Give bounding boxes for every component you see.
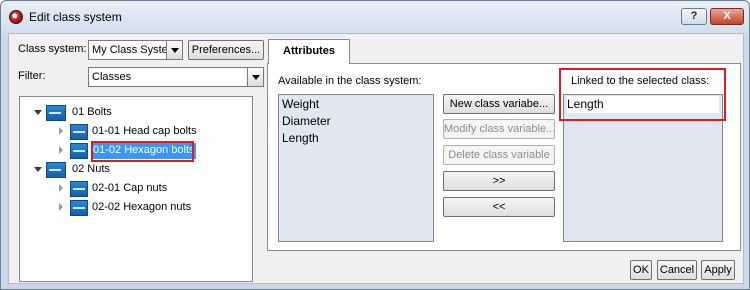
remove-from-linked-button[interactable]: << <box>443 197 555 217</box>
class-icon <box>70 200 88 216</box>
list-item[interactable]: Diameter <box>282 113 430 130</box>
tree-node-label: 02-02 Hexagon nuts <box>92 201 192 213</box>
chevron-down-icon[interactable] <box>247 68 263 86</box>
available-label: Available in the class system: <box>278 75 422 87</box>
available-variables-list[interactable]: Weight Diameter Length <box>278 94 434 242</box>
edit-class-system-dialog: Edit class system ? X Class system: My C… <box>0 0 750 290</box>
expand-arrow-icon[interactable] <box>58 127 65 136</box>
filter-label: Filter: <box>18 70 46 82</box>
class-icon <box>70 143 88 159</box>
class-icon <box>70 181 88 197</box>
expand-arrow-icon[interactable] <box>34 165 42 174</box>
preferences-button[interactable]: Preferences... <box>188 40 264 60</box>
highlight-box-selected-class <box>91 141 194 162</box>
chevron-down-icon[interactable] <box>166 41 182 59</box>
help-button[interactable]: ? <box>681 8 707 25</box>
tree-node-label: 02 Nuts <box>72 163 110 175</box>
tree-node-label: 01 Bolts <box>72 106 112 118</box>
filter-select[interactable]: Classes <box>88 67 264 87</box>
apply-button[interactable]: Apply <box>701 260 735 280</box>
list-item[interactable]: Weight <box>282 96 430 113</box>
class-system-value: My Class System <box>92 44 177 56</box>
class-tree[interactable]: 01 Bolts 01-01 Head cap bolts 01-02 Hexa… <box>19 96 253 282</box>
class-icon <box>70 124 88 140</box>
new-class-variable-button[interactable]: New class variabe... <box>443 94 555 114</box>
title-bar[interactable]: Edit class system ? X <box>1 1 749 33</box>
attributes-tab-panel: Available in the class system: Weight Di… <box>267 63 741 251</box>
cancel-button[interactable]: Cancel <box>657 260 697 280</box>
expand-arrow-icon[interactable] <box>34 108 42 117</box>
close-button[interactable]: X <box>710 8 744 25</box>
add-to-linked-button[interactable]: >> <box>443 171 555 191</box>
tree-node-label: 01-01 Head cap bolts <box>92 125 197 137</box>
delete-class-variable-button[interactable]: Delete class variable <box>443 145 555 165</box>
expand-arrow-icon[interactable] <box>58 203 65 212</box>
expand-arrow-icon[interactable] <box>58 146 65 155</box>
tab-attributes[interactable]: Attributes <box>268 39 350 64</box>
app-icon <box>9 10 23 24</box>
window-title: Edit class system <box>29 10 122 24</box>
list-item[interactable]: Length <box>282 130 430 147</box>
class-folder-icon <box>46 162 66 178</box>
filter-value: Classes <box>92 71 132 83</box>
tree-node-label: 02-01 Cap nuts <box>92 182 168 194</box>
class-folder-icon <box>46 105 66 121</box>
highlight-box-linked <box>559 68 726 121</box>
dialog-client-area: Class system: My Class System Preference… <box>8 33 744 284</box>
expand-arrow-icon[interactable] <box>58 184 65 193</box>
class-system-select[interactable]: My Class System <box>88 40 183 60</box>
class-system-label: Class system: <box>18 43 87 55</box>
modify-class-variable-button[interactable]: Modify class variable... <box>443 119 555 139</box>
ok-button[interactable]: OK <box>630 260 652 280</box>
